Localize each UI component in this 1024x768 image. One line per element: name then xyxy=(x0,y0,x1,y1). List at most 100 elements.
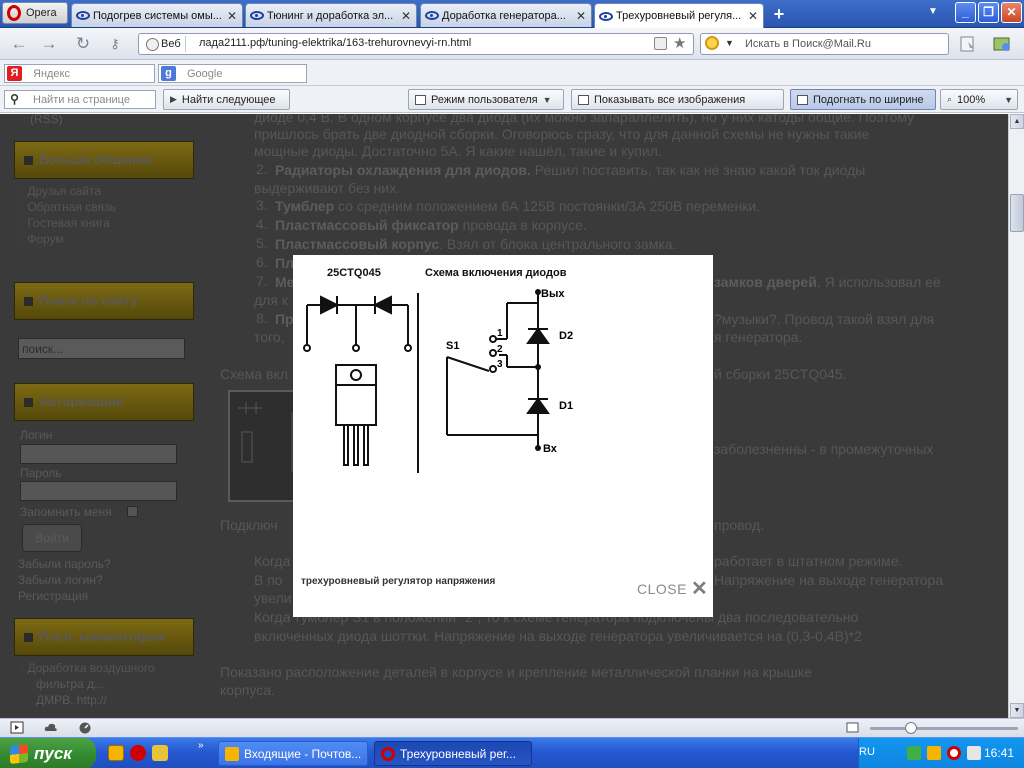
mail-task-icon xyxy=(225,746,239,761)
yandex-search-field[interactable]: Я Яндекс xyxy=(4,64,155,83)
password-input[interactable] xyxy=(20,481,177,501)
url-text[interactable]: лада2111.рф/tuning-elektrika/163-trehuro… xyxy=(199,37,471,49)
login-input[interactable] xyxy=(20,444,177,464)
lightbox-title-right: Схема включения диодов xyxy=(425,267,567,279)
tab-heating[interactable]: Подогрев системы омы... ✕ xyxy=(71,3,243,27)
quicklaunch-expand-icon[interactable]: » xyxy=(198,740,204,751)
sidebar-link-guestbook[interactable]: Гостевая книга xyxy=(20,216,110,230)
start-label: пуск xyxy=(34,743,72,763)
item-bold: Пр xyxy=(275,311,294,327)
tab-close-icon[interactable]: ✕ xyxy=(575,9,587,23)
item-bold: Пл xyxy=(275,255,294,271)
key-icon[interactable]: ⚷ xyxy=(104,34,126,54)
comment-line[interactable]: ДМРВ. http:// xyxy=(36,693,107,707)
reload-icon[interactable]: ↻ xyxy=(72,34,94,54)
opera-quicklaunch-icon[interactable] xyxy=(130,745,146,761)
start-button[interactable]: пуск xyxy=(0,738,96,768)
tab-generator[interactable]: Доработка генератора... ✕ xyxy=(420,3,592,27)
scroll-down-icon[interactable]: ▼ xyxy=(1010,703,1024,718)
web-badge: Веб xyxy=(143,36,186,52)
mail-agent-quicklaunch-icon[interactable] xyxy=(108,745,124,761)
comment-line[interactable]: фильтра д... xyxy=(36,677,104,691)
volume-icon[interactable] xyxy=(967,746,981,760)
user-mode-button[interactable]: Режим пользователя ▼ xyxy=(408,89,564,110)
tab-tuning[interactable]: Тюнинг и доработка эл... ✕ xyxy=(245,3,417,27)
schematic-thumbnail[interactable] xyxy=(228,390,298,502)
sidebar-link-forum[interactable]: Форум xyxy=(20,232,63,246)
tab-close-icon[interactable]: ✕ xyxy=(747,9,759,23)
find-placeholder: Найти на странице xyxy=(33,94,130,106)
rss-link[interactable]: (RSS) xyxy=(30,114,63,126)
mail-agent-tray-icon[interactable] xyxy=(927,746,941,760)
forgot-password-link[interactable]: Забыли пароль? xyxy=(18,557,111,571)
fit-width-icon xyxy=(797,94,808,105)
article-item-5: Пластмассовый корпус. Взял от блока цент… xyxy=(275,235,676,253)
register-link[interactable]: Регистрация xyxy=(18,589,88,603)
login-label: Логин xyxy=(20,428,53,442)
speed-dial-gauge-icon[interactable] xyxy=(78,721,92,734)
article-line: выдерживают без них. xyxy=(254,180,401,196)
find-next-button[interactable]: ▶ Найти следующее xyxy=(163,89,290,110)
find-on-page-field[interactable]: ⚲ Найти на странице xyxy=(4,90,156,109)
scrollbar-thumb[interactable] xyxy=(1010,194,1024,232)
zoom-view-icon[interactable] xyxy=(846,721,860,734)
forward-arrow-icon[interactable]: → xyxy=(38,34,60,54)
tab-bar: Opera Подогрев системы омы... ✕ Тюнинг и… xyxy=(0,0,1024,28)
opera-task-icon xyxy=(381,746,395,761)
new-tab-button[interactable]: + xyxy=(768,4,790,24)
opera-unite-cloud-icon[interactable] xyxy=(44,721,58,734)
opera-tray-icon[interactable] xyxy=(947,746,961,760)
minimize-button[interactable]: _ xyxy=(955,2,976,23)
vertical-scrollbar[interactable]: ▲ ▼ xyxy=(1008,114,1024,718)
opera-menu-button[interactable]: Opera xyxy=(2,2,68,24)
article-line: Подключ xyxy=(220,517,278,533)
article-line: провод. xyxy=(714,517,764,533)
label-s1: S1 xyxy=(446,340,459,352)
label-pos-2: 2 xyxy=(497,344,503,355)
forgot-login-link[interactable]: Забыли логин? xyxy=(18,573,103,587)
show-images-button[interactable]: Показывать все изображения xyxy=(571,89,784,110)
tab-menu-arrow-icon[interactable]: ▼ xyxy=(928,6,938,17)
fit-width-button[interactable]: Подогнать по ширине xyxy=(790,89,936,110)
article-line: того, xyxy=(254,329,285,345)
close-icon[interactable]: ✕ xyxy=(691,579,708,599)
remember-me-checkbox[interactable] xyxy=(127,506,138,517)
rss-icon[interactable] xyxy=(654,37,667,50)
google-search-field[interactable]: g Google xyxy=(158,64,307,83)
zoom-slider-handle[interactable] xyxy=(905,722,917,734)
security-shield-icon[interactable] xyxy=(907,746,921,760)
language-indicator[interactable]: RU xyxy=(859,746,875,758)
tab-regulator-active[interactable]: Трехуровневый регуля... ✕ xyxy=(594,3,764,28)
lightbox-close-button[interactable]: CLOSE ✕ xyxy=(637,579,708,599)
scroll-up-icon[interactable]: ▲ xyxy=(1010,114,1024,129)
search-engine-icon[interactable] xyxy=(705,36,719,50)
image-tools-icon[interactable] xyxy=(992,34,1012,54)
page-save-icon[interactable] xyxy=(958,34,978,54)
comment-line[interactable]: Доработка воздушного xyxy=(20,661,154,675)
quicklaunch-misc-icon[interactable] xyxy=(152,745,168,761)
search-engine-dropdown-icon[interactable]: ▼ xyxy=(725,38,734,48)
close-window-button[interactable]: ✕ xyxy=(1001,2,1022,23)
maximize-button[interactable]: ❐ xyxy=(978,2,999,23)
tab-close-icon[interactable]: ✕ xyxy=(400,9,412,23)
zoom-select[interactable]: ⌕ 100% ▼ xyxy=(940,89,1018,110)
taskbar-item-mail[interactable]: Входящие - Почтов... xyxy=(218,741,368,766)
site-search-input[interactable]: поиск... xyxy=(18,338,185,359)
search-field[interactable]: ▼ Искать в Поиск@Mail.Ru xyxy=(700,33,949,55)
taskbar-item-opera[interactable]: Трехуровневый рег... xyxy=(374,741,532,766)
url-field[interactable]: Веб лада2111.рф/tuning-elektrika/163-tre… xyxy=(138,33,694,55)
bookmark-star-icon[interactable]: ★ xyxy=(673,34,686,52)
article-line: В по xyxy=(254,572,283,588)
back-arrow-icon[interactable]: ← xyxy=(8,34,30,54)
close-label[interactable]: CLOSE xyxy=(637,581,687,597)
zoom-slider-track[interactable] xyxy=(870,727,1018,730)
login-button[interactable]: Войти xyxy=(22,524,82,552)
sidebar-link-feedback[interactable]: Обратная связь xyxy=(20,200,115,214)
user-mode-dropdown-icon: ▼ xyxy=(542,94,552,105)
panel-toggle-icon[interactable] xyxy=(10,721,24,734)
search-engines-bar: Я Яндекс g Google xyxy=(0,60,1024,86)
label-pos-1: 1 xyxy=(497,328,503,339)
tab-label: Доработка генератора... xyxy=(442,9,566,22)
sidebar-link-friends[interactable]: Друзья сайта xyxy=(20,184,101,198)
tab-close-icon[interactable]: ✕ xyxy=(226,9,238,23)
